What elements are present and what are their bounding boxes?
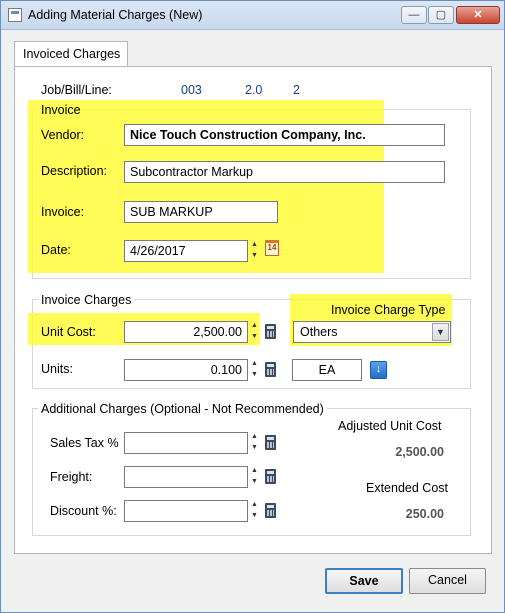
job-bill-line-label: Job/Bill/Line:	[41, 83, 112, 97]
charge-type-select[interactable]: Others ▼	[293, 321, 451, 343]
discount-spinner[interactable]: ▲ ▼	[250, 500, 259, 522]
freight-field[interactable]	[124, 466, 248, 488]
sales-tax-label: Sales Tax %	[50, 436, 119, 450]
discount-label: Discount %:	[50, 504, 117, 518]
units-label: Units:	[41, 362, 73, 376]
window-title: Adding Material Charges (New)	[28, 8, 203, 22]
extended-cost-label: Extended Cost	[366, 481, 448, 495]
close-button[interactable]: ✕	[456, 6, 500, 24]
app-icon	[8, 8, 22, 22]
invoice-field[interactable]: SUB MARKUP	[124, 201, 278, 223]
unit-cost-label: Unit Cost:	[41, 325, 96, 339]
save-button[interactable]: Save	[325, 568, 403, 594]
freight-spinner[interactable]: ▲ ▼	[250, 466, 259, 488]
date-field[interactable]: 4/26/2017	[124, 240, 248, 262]
invoice-charges-title: Invoice Charges	[38, 293, 135, 307]
units-spinner[interactable]: ▲ ▼	[250, 359, 259, 381]
maximize-button[interactable]: ▢	[428, 6, 454, 24]
date-label: Date:	[41, 243, 71, 257]
chevron-down-icon[interactable]: ▼	[432, 323, 449, 341]
tab-invoiced-charges[interactable]: Invoiced Charges	[14, 41, 128, 67]
unit-cost-spinner[interactable]: ▲ ▼	[250, 321, 259, 343]
vendor-label: Vendor:	[41, 128, 85, 142]
date-spinner[interactable]: ▲ ▼	[250, 240, 259, 262]
invoice-label: Invoice:	[41, 205, 85, 219]
uom-field[interactable]: EA	[292, 359, 362, 381]
invoice-group-title: Invoice	[41, 103, 81, 117]
line-value: 2	[293, 83, 300, 97]
cancel-button[interactable]: Cancel	[409, 568, 486, 594]
units-calculator-icon[interactable]	[265, 362, 276, 377]
charge-type-value: Others	[300, 325, 338, 339]
freight-calculator-icon[interactable]	[265, 469, 276, 484]
discount-calculator-icon[interactable]	[265, 503, 276, 518]
description-label: Description:	[41, 164, 107, 178]
additional-charges-title: Additional Charges (Optional - Not Recom…	[38, 402, 327, 416]
minimize-button[interactable]: —	[401, 6, 427, 24]
unit-cost-field[interactable]: 2,500.00	[124, 321, 248, 343]
vendor-field[interactable]: Nice Touch Construction Company, Inc.	[124, 124, 445, 146]
charge-type-label: Invoice Charge Type	[331, 303, 446, 317]
sales-tax-spinner[interactable]: ▲ ▼	[250, 432, 259, 454]
discount-field[interactable]	[124, 500, 248, 522]
unit-cost-calculator-icon[interactable]	[265, 324, 276, 339]
uom-lookup-icon[interactable]: ↓	[370, 361, 387, 379]
title-bar[interactable]: Adding Material Charges (New) — ▢ ✕	[1, 1, 504, 30]
calendar-icon[interactable]: 14	[265, 240, 279, 256]
sales-tax-field[interactable]	[124, 432, 248, 454]
freight-label: Freight:	[50, 470, 93, 484]
dialog-window: Adding Material Charges (New) — ▢ ✕ Invo…	[0, 0, 505, 613]
bill-value: 2.0	[245, 83, 263, 97]
adjusted-unit-cost-value: 2,500.00	[395, 445, 444, 459]
job-value: 003	[181, 83, 202, 97]
adjusted-unit-cost-label: Adjusted Unit Cost	[338, 419, 442, 433]
description-field[interactable]: Subcontractor Markup	[124, 161, 445, 183]
units-field[interactable]: 0.100	[124, 359, 248, 381]
extended-cost-value: 250.00	[405, 507, 444, 521]
sales-tax-calculator-icon[interactable]	[265, 435, 276, 450]
